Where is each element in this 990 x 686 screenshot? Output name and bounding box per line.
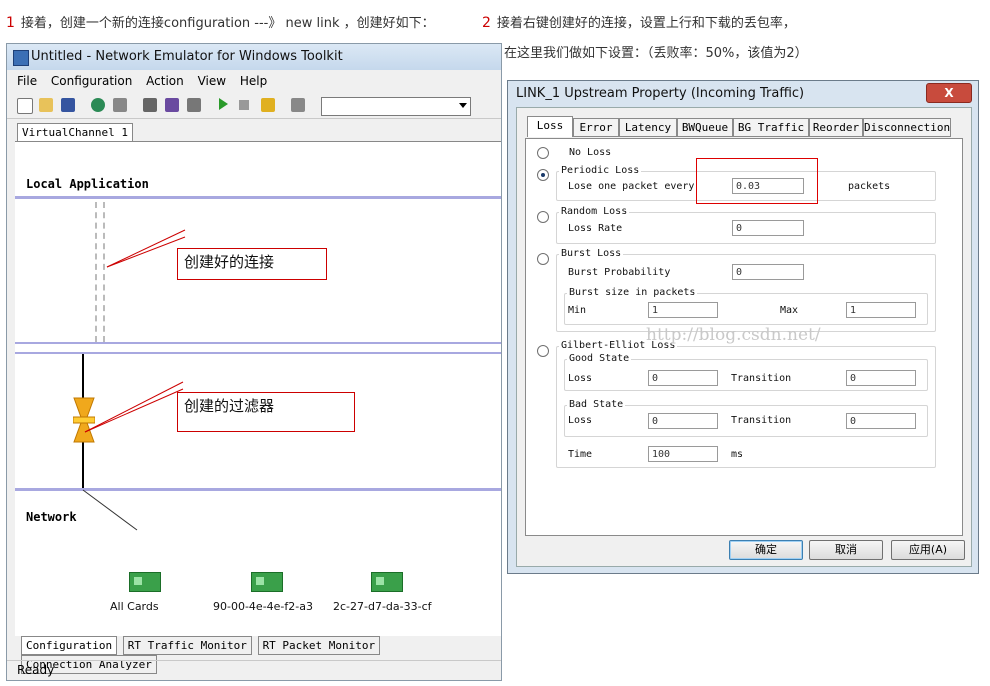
dialog-title: LINK_1 Upstream Property (Incoming Traff…	[516, 86, 805, 101]
loss-rate-label: Loss Rate	[568, 223, 623, 234]
link-icon[interactable]	[187, 98, 201, 112]
network-topology-icon[interactable]	[143, 98, 157, 112]
menu-configuration[interactable]: Configuration	[51, 74, 132, 88]
connector-lines	[82, 229, 186, 531]
radio-random-loss[interactable]	[537, 211, 549, 223]
time-input[interactable]: 100	[648, 446, 718, 462]
radio-gilbert-elliot-loss[interactable]	[537, 345, 549, 357]
bad-transition-label: Transition	[731, 415, 792, 426]
step2-subcaption: 在这里我们做如下设置：（丢败率：50%，该值为2）	[504, 46, 808, 61]
step1-text: 接着，创建一个新的连接configuration ---》 new link ，…	[20, 16, 435, 31]
good-transition-label: Transition	[731, 373, 792, 384]
card-label-1: 90-00-4e-4e-f2-a3	[213, 600, 313, 613]
wizard-icon[interactable]	[261, 98, 275, 112]
tab-latency[interactable]: Latency	[619, 118, 677, 137]
bad-transition-input[interactable]: 0	[846, 413, 916, 429]
link-property-dialog: LINK_1 Upstream Property (Incoming Traff…	[507, 80, 979, 574]
no-loss-label: No Loss	[569, 147, 612, 158]
start-icon[interactable]	[219, 98, 228, 110]
burst-max-input[interactable]: 1	[846, 302, 916, 318]
tab-rt-packet-monitor[interactable]: RT Packet Monitor	[257, 636, 381, 655]
network-card-icon[interactable]	[371, 572, 403, 592]
ms-label: ms	[731, 449, 744, 460]
tab-loss[interactable]: Loss	[527, 116, 573, 137]
card-label-all: All Cards	[110, 600, 159, 613]
random-loss-label: Random Loss	[559, 206, 630, 217]
loss-rate-input[interactable]: 0	[732, 220, 804, 236]
open-folder-icon[interactable]	[39, 98, 53, 112]
tab-reorder[interactable]: Reorder	[809, 118, 863, 137]
menu-action[interactable]: Action	[146, 74, 184, 88]
menu-view[interactable]: View	[198, 74, 226, 88]
step1-number: 1	[6, 15, 15, 31]
cancel-button[interactable]: 取消	[809, 540, 883, 560]
menu-help[interactable]: Help	[240, 74, 267, 88]
time-label: Time	[568, 449, 593, 460]
bottom-tabs: Configuration RT Traffic Monitor RT Pack…	[21, 636, 501, 674]
apply-button[interactable]: 应用(A)	[891, 540, 965, 560]
tab-error[interactable]: Error	[573, 118, 619, 137]
card-label-2: 2c-27-d7-da-33-cf	[333, 600, 432, 613]
emulator-window: Untitled - Network Emulator for Windows …	[6, 43, 502, 681]
tab-virtualchannel-1[interactable]: VirtualChannel 1	[17, 123, 133, 142]
highlight-box	[696, 158, 818, 204]
burst-size-label: Burst size in packets	[567, 287, 698, 298]
tab-bg-traffic[interactable]: BG Traffic	[733, 118, 809, 137]
all-cards-icon[interactable]	[129, 572, 161, 592]
filter-icon[interactable]	[165, 98, 179, 112]
loss-panel: No Loss Periodic Loss Lose one packet ev…	[525, 138, 963, 536]
tab-rt-traffic-monitor[interactable]: RT Traffic Monitor	[122, 636, 252, 655]
good-transition-input[interactable]: 0	[846, 370, 916, 386]
max-label: Max	[780, 305, 799, 316]
radio-no-loss[interactable]	[537, 147, 549, 159]
network-card-icon[interactable]	[251, 572, 283, 592]
burst-min-input[interactable]: 1	[648, 302, 718, 318]
tab-configuration[interactable]: Configuration	[21, 636, 118, 655]
dialog-body: Loss Error Latency BWQueue BG Traffic Re…	[516, 107, 972, 567]
close-button[interactable]: X	[926, 83, 972, 103]
step2-caption: 2 接着右键创建好的连接，设置上行和下载的丢包率，	[482, 12, 796, 31]
toolbar	[7, 94, 501, 119]
bad-loss-input[interactable]: 0	[648, 413, 718, 429]
radio-burst-loss[interactable]	[537, 253, 549, 265]
step2-number: 2	[482, 15, 491, 31]
tools-icon[interactable]	[113, 98, 127, 112]
callout-filter: 创建的过滤器	[177, 392, 355, 432]
globe-icon[interactable]	[91, 98, 105, 112]
emulator-title: Untitled - Network Emulator for Windows …	[31, 49, 343, 64]
burst-probability-label: Burst Probability	[568, 267, 671, 278]
tab-disconnection[interactable]: Disconnection	[863, 118, 951, 137]
emulator-titlebar: Untitled - Network Emulator for Windows …	[7, 44, 501, 70]
good-state-label: Good State	[567, 353, 632, 364]
bad-loss-label: Loss	[568, 415, 593, 426]
status-bar: Ready	[7, 660, 501, 679]
toolbar-combobox[interactable]	[321, 97, 471, 116]
menu-bar: File Configuration Action View Help	[7, 71, 501, 91]
step2-text: 接着右键创建好的连接，设置上行和下载的丢包率，	[496, 16, 796, 31]
radio-periodic-loss[interactable]	[537, 169, 549, 181]
new-file-icon[interactable]	[17, 98, 33, 114]
lose-one-packet-label: Lose one packet every	[568, 181, 695, 192]
tab-bwqueue[interactable]: BWQueue	[677, 118, 733, 137]
delete-icon[interactable]	[291, 98, 305, 112]
menu-file[interactable]: File	[17, 74, 37, 88]
burst-probability-input[interactable]: 0	[732, 264, 804, 280]
good-loss-label: Loss	[568, 373, 593, 384]
bad-state-label: Bad State	[567, 399, 626, 410]
good-loss-input[interactable]: 0	[648, 370, 718, 386]
watermark: http://blog.csdn.net/	[646, 325, 821, 345]
packets-label: packets	[848, 181, 891, 192]
burst-loss-label: Burst Loss	[559, 248, 624, 259]
topology-canvas: Local Application Network 创建好的连接 创建的过滤器 …	[15, 141, 501, 636]
app-icon	[13, 50, 29, 66]
step1-caption: 1 接着，创建一个新的连接configuration ---》 new link …	[6, 12, 435, 31]
ok-button[interactable]: 确定	[729, 540, 803, 560]
min-label: Min	[568, 305, 587, 316]
stop-icon[interactable]	[239, 100, 249, 110]
save-icon[interactable]	[61, 98, 75, 112]
callout-link: 创建好的连接	[177, 248, 327, 280]
chevron-down-icon	[459, 103, 467, 108]
periodic-loss-label: Periodic Loss	[559, 165, 642, 176]
